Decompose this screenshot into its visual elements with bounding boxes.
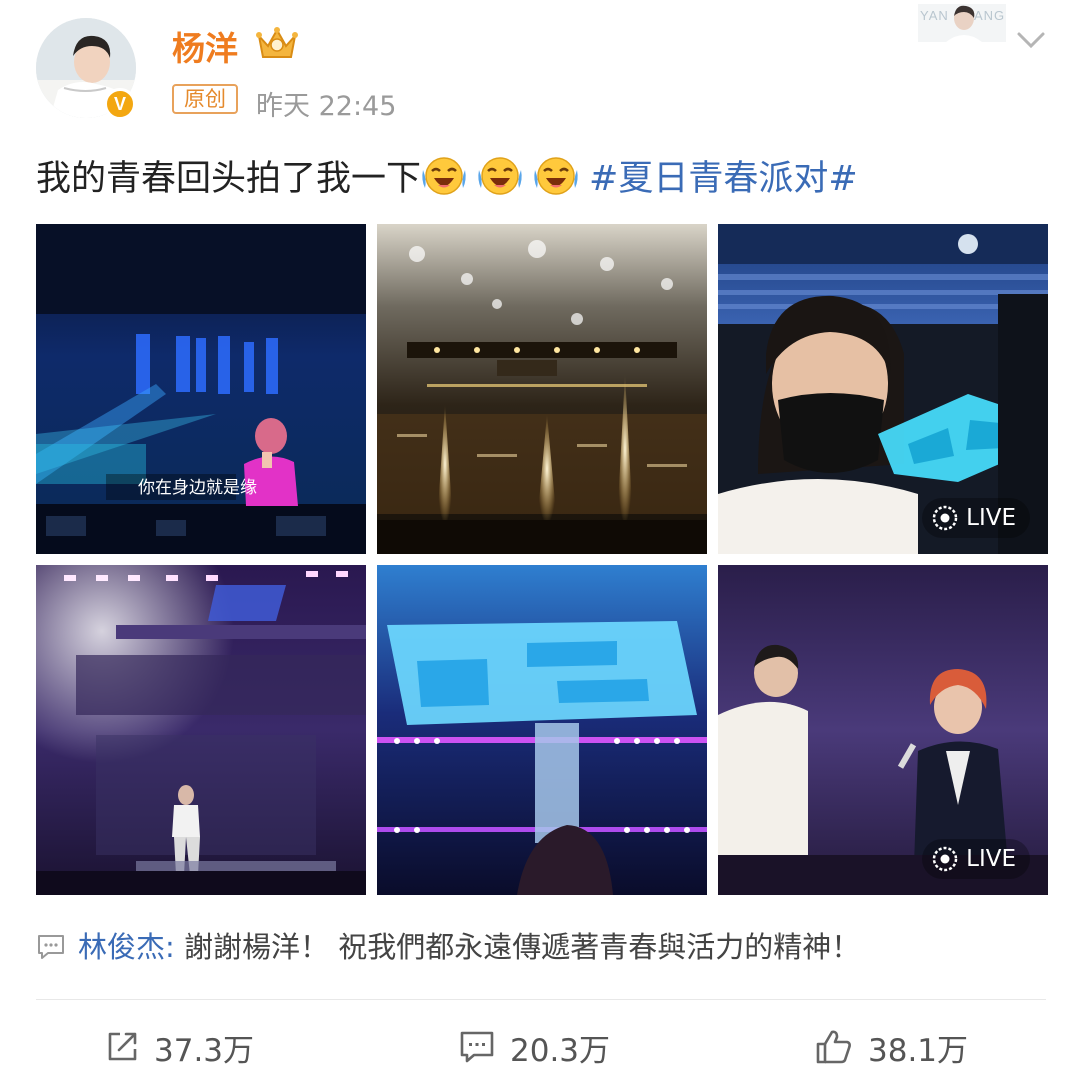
comment-button[interactable]: 20.3万 xyxy=(458,1024,610,1070)
post-time: 昨天 22:45 xyxy=(256,91,397,122)
post-image-4[interactable] xyxy=(36,565,366,895)
comment-author[interactable]: 林俊杰 xyxy=(78,930,165,964)
post-body-text: 我的青春回头拍了我一下 xyxy=(36,159,422,199)
featured-comment[interactable]: 林俊杰: 謝謝楊洋！ 祝我們都永遠傳遞著青春與活力的精神！ xyxy=(36,924,860,966)
post-header: V 杨洋 原创 昨天 22:45 YAN ANG xyxy=(0,0,1080,130)
verified-icon: V xyxy=(104,88,136,120)
laugh-cry-emoji-icon xyxy=(478,157,522,195)
post-image-1[interactable]: 你在身边就是缘 xyxy=(36,224,366,554)
live-label: LIVE xyxy=(966,505,1016,531)
divider xyxy=(36,999,1046,1000)
banner-text: YAN xyxy=(920,8,949,23)
live-label: LIVE xyxy=(966,846,1016,872)
like-icon xyxy=(816,1030,851,1064)
live-ring-icon xyxy=(932,846,958,872)
comment-count: 20.3万 xyxy=(510,1032,611,1069)
like-count: 38.1万 xyxy=(868,1032,969,1069)
hashtag-link[interactable]: #夏日青春派对# xyxy=(589,159,858,199)
comment-separator: : xyxy=(165,930,175,964)
laugh-cry-emoji-icon xyxy=(422,157,466,195)
repost-count: 37.3万 xyxy=(154,1032,255,1069)
post-text: 我的青春回头拍了我一下 #夏日青春派对# xyxy=(36,150,858,201)
post-image-3[interactable]: LIVE xyxy=(718,224,1048,554)
banner-text: ANG xyxy=(974,8,1006,23)
live-badge: LIVE xyxy=(922,498,1030,538)
original-badge: 原创 xyxy=(172,84,238,114)
repost-icon xyxy=(108,1032,137,1061)
chevron-down-icon[interactable] xyxy=(1016,30,1046,50)
laugh-cry-emoji-icon xyxy=(534,157,578,195)
live-ring-icon xyxy=(932,505,958,531)
post-image-2[interactable] xyxy=(377,224,707,554)
comment-text: 謝謝楊洋！ 祝我們都永遠傳遞著青春與活力的精神！ xyxy=(174,930,861,964)
comment-icon xyxy=(38,935,64,959)
post-image-5[interactable] xyxy=(377,565,707,895)
live-badge: LIVE xyxy=(922,839,1030,879)
profile-banner-thumbnail: YAN ANG xyxy=(918,4,1006,42)
post-image-6[interactable]: LIVE xyxy=(718,565,1048,895)
like-button[interactable]: 38.1万 xyxy=(814,1024,968,1070)
image-grid: 你在身边就是缘 LIVE LIVE xyxy=(36,224,1048,896)
image-subtitle: 你在身边就是缘 xyxy=(138,478,257,498)
comment-icon xyxy=(460,1031,494,1063)
repost-button[interactable]: 37.3万 xyxy=(104,1024,254,1070)
crown-icon xyxy=(256,27,298,58)
author-name[interactable]: 杨洋 xyxy=(172,22,238,70)
